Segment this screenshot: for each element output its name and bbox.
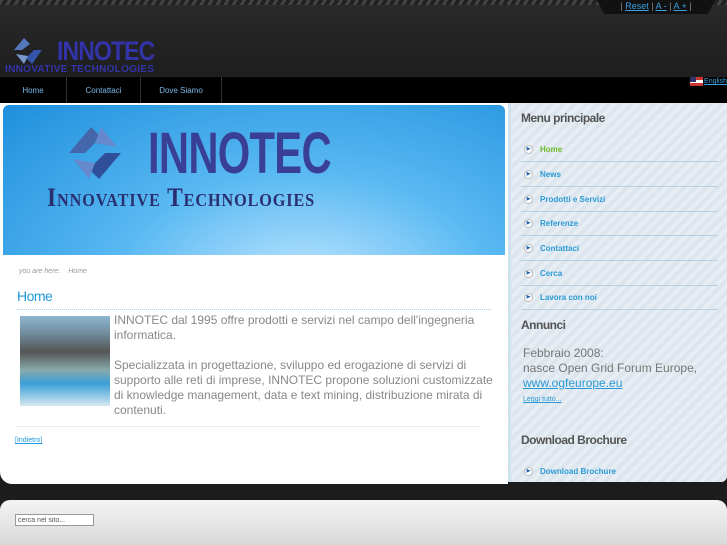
language-switch[interactable]: English [690, 77, 727, 86]
font-smaller-link[interactable]: A - [656, 1, 667, 11]
announcement-link[interactable]: www.ogfeurope.eu [523, 376, 622, 390]
article-image [20, 316, 110, 406]
logo-name: INNOTEC [57, 36, 155, 66]
bullet-arrow-icon: ▶ [524, 244, 533, 253]
menu-item-label: Cerca [540, 269, 563, 278]
sidebar: Menu principale ▶ Home ▶ News ▶ Prodotti e … [508, 103, 727, 482]
banner-logo-icon [69, 127, 121, 179]
menu-item-news[interactable]: ▶ News [521, 162, 718, 187]
bullet-arrow-icon: ▶ [524, 170, 533, 179]
menu-item-contattaci[interactable]: ▶ Contattaci [521, 236, 718, 261]
bullet-arrow-icon: ▶ [524, 145, 533, 154]
banner-tagline: Innovative Technologies [47, 183, 316, 212]
site-logo[interactable]: INNOTEC Innovative Technologies [5, 36, 155, 76]
menu-item-label: Contattaci [540, 244, 580, 253]
breadcrumb-current: Home [68, 268, 87, 275]
banner-name: INNOTEC [148, 121, 332, 186]
article-paragraph: INNOTEC dal 1995 offre prodotti e serviz… [114, 313, 475, 342]
font-larger-link[interactable]: A + [673, 1, 686, 11]
read-more-link[interactable]: Leggi tutto... [523, 396, 562, 403]
menu-item-label: Prodotti e Servizi [540, 195, 606, 204]
menu-item-label: Home [540, 145, 563, 154]
article-paragraph: Specializzata in progettazione, sviluppo… [114, 358, 493, 417]
bullet-arrow-icon: ▶ [524, 293, 533, 302]
menu-item-label: Download Brochure [540, 467, 617, 476]
nav-contattaci[interactable]: Contattaci [67, 77, 141, 104]
article-divider [15, 426, 480, 427]
bullet-arrow-icon: ▶ [524, 269, 533, 278]
back-link[interactable]: [Indietro] [15, 437, 42, 444]
logo-arrows-icon [14, 38, 42, 64]
bullet-arrow-icon: ▶ [524, 195, 533, 204]
uk-flag-icon [690, 77, 704, 86]
bullet-arrow-icon: ▶ [524, 467, 533, 476]
font-size-toolbar: | Reset | A - | A + | [597, 0, 715, 14]
announcement-text: nasce Open Grid Forum Europe, [523, 361, 698, 375]
menu-item-label: News [540, 170, 561, 179]
menu-item-label: Lavora con noi [540, 293, 597, 302]
title-divider [17, 309, 491, 310]
menu-item-prodotti[interactable]: ▶ Prodotti e Servizi [521, 187, 718, 212]
nav-home[interactable]: Home [0, 77, 67, 104]
main-nav: Home Contattaci Dove Siamo English [0, 76, 727, 104]
menu-item-label: Referenze [540, 219, 579, 228]
banner: INNOTEC Innovative Technologies [3, 105, 505, 255]
breadcrumb: you are here: Home [19, 268, 87, 275]
footer [0, 500, 727, 545]
announcement-date: Febbraio 2008: [523, 346, 604, 360]
page-title: Home [17, 288, 53, 304]
breadcrumb-prefix: you are here: [19, 268, 61, 275]
menu-item-referenze[interactable]: ▶ Referenze [521, 211, 718, 236]
language-label: English [704, 78, 727, 85]
download-title: Download Brochure [521, 433, 627, 447]
article-body: INNOTEC dal 1995 offre prodotti e serviz… [114, 313, 494, 433]
announcement: Febbraio 2008: nasce Open Grid Forum Eur… [523, 346, 697, 391]
menu-item-cerca[interactable]: ▶ Cerca [521, 261, 718, 286]
header: | Reset | A - | A + | INNOTEC Innovative… [0, 0, 727, 76]
main-content: INNOTEC Innovative Technologies you are … [0, 103, 508, 484]
menu-item-home[interactable]: ▶ Home [521, 137, 718, 162]
menu-title: Menu principale [521, 111, 605, 125]
menu-item-lavora[interactable]: ▶ Lavora con noi [521, 285, 718, 310]
download-brochure-link[interactable]: ▶ Download Brochure [521, 459, 718, 484]
logo-tagline: Innovative Technologies [5, 64, 155, 75]
bullet-arrow-icon: ▶ [524, 219, 533, 228]
nav-dove-siamo[interactable]: Dove Siamo [141, 77, 222, 104]
search-input[interactable] [15, 514, 94, 526]
reset-font-link[interactable]: Reset [625, 1, 649, 11]
annunci-title: Annunci [521, 318, 566, 332]
